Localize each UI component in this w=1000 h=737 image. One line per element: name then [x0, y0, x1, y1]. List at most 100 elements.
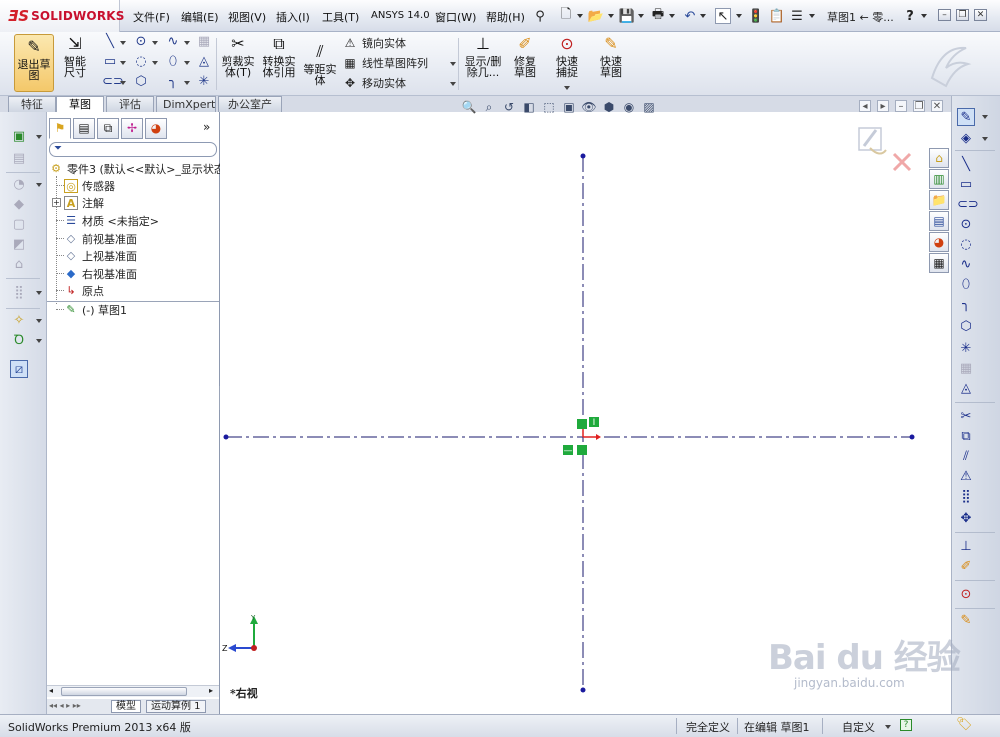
- smart-dimension-icon[interactable]: ◈: [957, 130, 975, 148]
- scroll-thumb[interactable]: [61, 687, 187, 696]
- text-icon[interactable]: ▦: [196, 34, 212, 50]
- fillet-icon[interactable]: ╮: [957, 296, 975, 314]
- line-icon[interactable]: ╲: [102, 34, 118, 50]
- slot-icon[interactable]: ⊂⊃: [102, 74, 124, 90]
- move-icon[interactable]: ✥: [957, 510, 975, 528]
- polygon-icon[interactable]: ⬡: [957, 318, 975, 336]
- doc-minimize-button[interactable]: –: [895, 100, 907, 112]
- arc-icon[interactable]: ◌: [133, 54, 149, 70]
- convert-entities-button[interactable]: ⧉ 转换实体引用: [260, 34, 298, 78]
- point-icon[interactable]: ✳: [196, 74, 212, 90]
- tab-features[interactable]: 特征: [8, 96, 56, 112]
- menu-help[interactable]: 帮助(H): [486, 9, 525, 25]
- tree-item-origin[interactable]: ↳ 原点: [64, 282, 104, 299]
- plane-icon[interactable]: ◬: [957, 380, 975, 398]
- point-icon[interactable]: ✳: [957, 340, 975, 358]
- centerline-endpoint[interactable]: [223, 434, 229, 440]
- offset-entities-button[interactable]: ⫽ 等距实体: [302, 42, 338, 86]
- linear-pattern-button[interactable]: ▦ 线性草图阵列: [342, 55, 428, 71]
- graphics-area[interactable]: 🔍 ⌕ ↺ ◧ ⬚ ▣ 👁 ⬢ ◉ ▨ ◂ ▸ – ❐ ✕ I — Y Z *右…: [220, 100, 951, 714]
- feature-tree-tab-icon[interactable]: ⚑: [49, 118, 71, 139]
- open-icon[interactable]: 📂: [588, 8, 604, 24]
- repair-icon[interactable]: ✐: [957, 558, 975, 576]
- spline-icon[interactable]: ∿: [957, 256, 975, 274]
- spline-icon[interactable]: ∿: [165, 34, 181, 50]
- tree-item-sensors[interactable]: ◎ 传感器: [64, 177, 115, 194]
- linear-pattern-icon[interactable]: ⣿: [957, 488, 975, 506]
- cut-icon[interactable]: ▤: [10, 150, 28, 168]
- tab-model[interactable]: 模型: [111, 700, 141, 713]
- exit-sketch-button[interactable]: ✎ 退出草图: [14, 34, 54, 92]
- display-delete-relations-button[interactable]: ⊥ 显示/删除几...: [462, 34, 504, 78]
- tab-evaluate[interactable]: 评估: [106, 96, 154, 112]
- custom-properties-icon[interactable]: ▦: [929, 253, 949, 273]
- tab-dimxpert[interactable]: DimXpert: [156, 96, 216, 112]
- tree-root-part[interactable]: ⚙ 零件3 (默认<<默认>_显示状态: [49, 160, 225, 177]
- rib-icon[interactable]: ⌂: [10, 256, 28, 274]
- circle-icon[interactable]: ⊙: [133, 34, 149, 50]
- tag-icon[interactable]: 🏷: [956, 717, 973, 732]
- doc-next-icon[interactable]: ▸: [877, 100, 889, 112]
- circle-icon[interactable]: ⊙: [957, 216, 975, 234]
- ellipse-icon[interactable]: ⬯: [957, 276, 975, 294]
- vertical-relation-icon[interactable]: I: [589, 417, 599, 428]
- reference-geometry-icon[interactable]: ✧: [10, 312, 28, 330]
- draft-icon[interactable]: ◩: [10, 236, 28, 254]
- centerline-endpoint[interactable]: [580, 153, 586, 159]
- mirror-icon[interactable]: ⚠: [957, 468, 975, 486]
- restore-button[interactable]: ❐: [956, 9, 969, 21]
- centerline-endpoint[interactable]: [580, 687, 586, 693]
- horizontal-relation-icon[interactable]: —: [563, 445, 573, 456]
- solidworks-resources-icon[interactable]: ⌂: [929, 148, 949, 168]
- new-icon[interactable]: 🗋: [558, 7, 574, 24]
- design-library-icon[interactable]: ▥: [929, 169, 949, 189]
- tab-office-products[interactable]: 办公室产品: [218, 96, 282, 126]
- appearances-icon[interactable]: ◕: [929, 232, 949, 252]
- tab-nav-icon[interactable]: ◂◂ ◂ ▸ ▸▸: [49, 701, 81, 710]
- tab-motion-study-1[interactable]: 运动算例 1: [146, 700, 206, 713]
- offset-icon[interactable]: ⫽: [957, 448, 975, 466]
- close-button[interactable]: ✕: [974, 9, 987, 21]
- curves-icon[interactable]: Ꝺ: [10, 332, 28, 350]
- menu-insert[interactable]: 插入(I): [276, 9, 310, 25]
- expand-tabs-icon[interactable]: »: [203, 120, 210, 134]
- print-icon[interactable]: 🖶: [650, 7, 666, 24]
- quick-tips-icon[interactable]: ?: [900, 719, 912, 731]
- relations-icon[interactable]: ⊥: [957, 538, 975, 556]
- sketch-tool-icon[interactable]: ✎: [957, 108, 975, 126]
- trim-icon[interactable]: ✂: [957, 408, 975, 426]
- units-selector[interactable]: 自定义: [842, 719, 875, 735]
- menu-window[interactable]: 窗口(W): [435, 9, 476, 25]
- pin-icon[interactable]: ⚲: [532, 8, 548, 24]
- solidworks-logo[interactable]: ƎS SOLIDWORKS: [0, 0, 124, 32]
- convert-icon[interactable]: ⧉: [957, 428, 975, 446]
- fillet-icon[interactable]: ╮: [165, 74, 181, 90]
- tree-item-right-plane[interactable]: ◆ 右视基准面: [64, 265, 137, 282]
- menu-ansys[interactable]: ANSYS 14.0: [371, 10, 430, 21]
- display-manager-tab-icon[interactable]: ◕: [145, 118, 167, 139]
- menu-file[interactable]: 文件(F): [133, 9, 170, 25]
- ellipse-icon[interactable]: ⬯: [165, 54, 181, 70]
- pattern-icon[interactable]: ⣿: [10, 284, 28, 302]
- tree-item-sketch1[interactable]: ✎ (-) 草图1: [64, 301, 127, 318]
- tree-filter-input[interactable]: ⏷: [49, 142, 217, 157]
- repair-sketch-button[interactable]: ✐ 修复草图: [508, 34, 542, 78]
- rectangle-icon[interactable]: ▭: [102, 54, 118, 70]
- menu-edit[interactable]: 编辑(E): [181, 9, 219, 25]
- tab-sketch[interactable]: 草图: [56, 96, 104, 113]
- scroll-left-icon[interactable]: ◂: [49, 686, 53, 695]
- doc-restore-button[interactable]: ❐: [913, 100, 925, 112]
- rectangle-icon[interactable]: ▭: [957, 176, 975, 194]
- polygon-icon[interactable]: ⬡: [133, 74, 149, 90]
- text-icon[interactable]: ▦: [957, 360, 975, 378]
- tree-item-front-plane[interactable]: ◇ 前视基准面: [64, 230, 137, 247]
- fillet-feature-icon[interactable]: ◔: [10, 176, 28, 194]
- help-icon[interactable]: ?: [902, 8, 918, 24]
- arc-icon[interactable]: ◌: [957, 236, 975, 254]
- menu-tools[interactable]: 工具(T): [322, 9, 359, 25]
- centerline-endpoint[interactable]: [909, 434, 915, 440]
- mirror-entities-button[interactable]: ⚠ 镜向实体: [342, 35, 406, 51]
- tree-horizontal-scrollbar[interactable]: ◂ ▸: [47, 685, 219, 697]
- undo-icon[interactable]: ↶: [682, 8, 698, 24]
- scroll-right-icon[interactable]: ▸: [209, 686, 213, 695]
